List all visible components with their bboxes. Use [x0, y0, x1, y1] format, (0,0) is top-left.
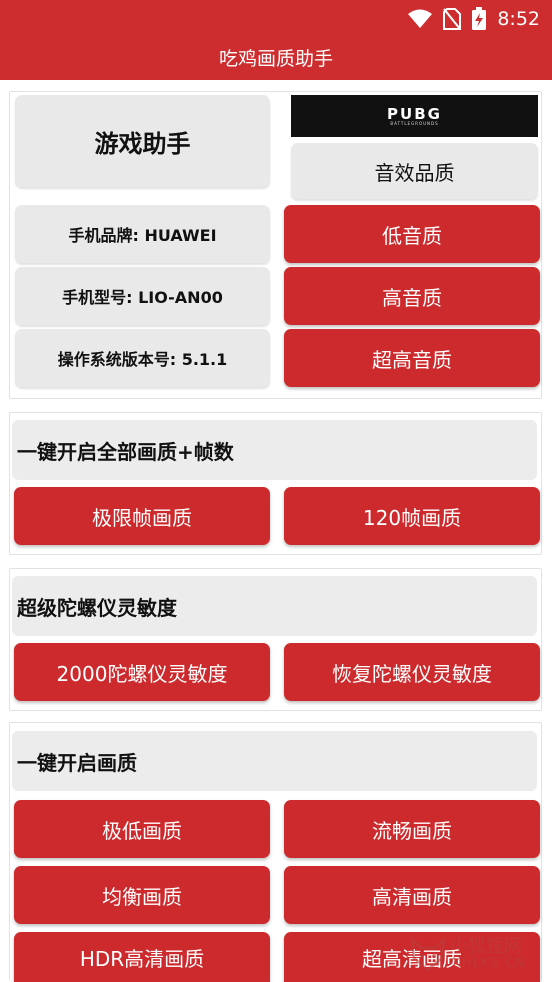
extreme-framerate-button[interactable]: 极限帧画质: [14, 487, 270, 545]
pubg-logo: PUBG: [387, 104, 442, 123]
restore-gyro-label: 恢复陀螺仪灵敏度: [332, 661, 492, 686]
framerate-header: 一键开启全部画质+帧数: [12, 420, 537, 480]
watermark-line1: 小狐狸网: [450, 936, 522, 957]
audio-quality-header-label: 音效品质: [374, 160, 455, 185]
extreme-framerate-label: 极限帧画质: [92, 505, 192, 530]
ultra-audio-button[interactable]: 超高音质: [284, 329, 540, 387]
quality-header: 一键开启画质: [12, 731, 537, 791]
device-audio-card: 游戏助手 PUBG BATTLEGROUNDS 音效品质 手机品牌: HUAWE…: [9, 91, 542, 399]
status-icons: 8:52: [407, 0, 540, 38]
gyro-header-label: 超级陀螺仪灵敏度: [17, 595, 177, 620]
gyro-card: 超级陀螺仪灵敏度 2000陀螺仪灵敏度 恢复陀螺仪灵敏度: [9, 568, 542, 711]
high-audio-label: 高音质: [382, 285, 442, 310]
wifi-icon: [408, 9, 433, 28]
fps120-button[interactable]: 120帧画质: [284, 487, 540, 545]
battery-charging-icon: [472, 7, 487, 30]
no-sim-icon: [443, 8, 462, 30]
device-title: 游戏助手: [15, 95, 270, 187]
gyro-2000-button[interactable]: 2000陀螺仪灵敏度: [14, 643, 270, 701]
phone-model-info: 手机型号: LIO-AN00: [15, 267, 270, 325]
smooth-quality-label: 流畅画质: [372, 818, 452, 843]
framerate-card: 一键开启全部画质+帧数 极限帧画质 120帧画质: [9, 412, 542, 555]
balanced-quality-label: 均衡画质: [102, 884, 182, 909]
phone-model-label: 手机型号: LIO-AN00: [62, 288, 223, 307]
phone-brand-info: 手机品牌: HUAWEI: [15, 205, 270, 263]
app-bar: 吃鸡画质助手: [0, 38, 552, 80]
smooth-quality-button[interactable]: 流畅画质: [284, 800, 540, 858]
pubg-subtitle: BATTLEGROUNDS: [390, 120, 439, 126]
audio-quality-header: 音效品质: [291, 143, 538, 199]
device-title-label: 游戏助手: [94, 129, 191, 158]
very-low-quality-button[interactable]: 极低画质: [14, 800, 270, 858]
watermark-line2: XHLKS.CN: [452, 956, 526, 971]
gyro-2000-label: 2000陀螺仪灵敏度: [56, 661, 228, 686]
hdr-quality-button[interactable]: HDR高清画质: [14, 932, 270, 982]
ultra-audio-label: 超高音质: [372, 347, 452, 372]
os-version-label: 操作系统版本号: 5.1.1: [57, 350, 228, 369]
framerate-header-label: 一键开启全部画质+帧数: [17, 439, 234, 464]
app-title: 吃鸡画质助手: [218, 48, 333, 70]
low-audio-button[interactable]: 低音质: [284, 205, 540, 263]
fps120-label: 120帧画质: [362, 505, 462, 530]
restore-gyro-button[interactable]: 恢复陀螺仪灵敏度: [284, 643, 540, 701]
quality-header-label: 一键开启画质: [17, 750, 137, 775]
status-time: 8:52: [497, 8, 540, 30]
high-audio-button[interactable]: 高音质: [284, 267, 540, 325]
hd-quality-label: 高清画质: [372, 884, 452, 909]
hdr-quality-label: HDR高清画质: [79, 946, 205, 971]
os-version-info: 操作系统版本号: 5.1.1: [15, 329, 270, 387]
watermark: 小狐狸网 XHLKS.CN: [408, 930, 548, 978]
very-low-quality-label: 极低画质: [102, 818, 182, 843]
low-audio-label: 低音质: [382, 223, 442, 248]
phone-brand-label: 手机品牌: HUAWEI: [68, 226, 217, 245]
pubg-banner: PUBG BATTLEGROUNDS: [291, 95, 538, 137]
status-bar: 8:52: [0, 0, 552, 38]
gyro-header: 超级陀螺仪灵敏度: [12, 576, 537, 636]
hd-quality-button[interactable]: 高清画质: [284, 866, 540, 924]
fox-logo-icon: [410, 937, 446, 972]
balanced-quality-button[interactable]: 均衡画质: [14, 866, 270, 924]
